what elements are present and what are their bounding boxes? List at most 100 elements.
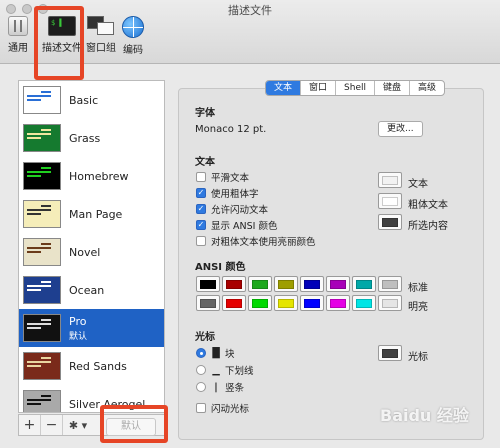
color-swatch	[330, 298, 346, 308]
profile-name: Ocean	[69, 283, 105, 297]
blinking-text-checkbox[interactable]: ✓ 允许闪动文本	[196, 202, 268, 216]
window-group-icon	[87, 16, 115, 36]
globe-icon	[122, 16, 144, 38]
ansi-bright-color-3[interactable]	[274, 295, 298, 311]
smooth-text-checkbox[interactable]: 平滑文本	[196, 170, 249, 184]
profile-item[interactable]: Man Page	[19, 195, 164, 233]
tab-window[interactable]: 窗口	[301, 81, 337, 95]
profile-default-note: 默认	[69, 331, 88, 342]
ansi-normal-color-5[interactable]	[326, 276, 350, 292]
radio-label: 下划线	[225, 366, 254, 377]
ansi-bright-color-0[interactable]	[196, 295, 220, 311]
ansi-bright-color-6[interactable]	[352, 295, 376, 311]
profile-thumbnail	[23, 200, 61, 228]
checkbox-label: 平滑文本	[211, 173, 250, 184]
ansi-bright-color-2[interactable]	[248, 295, 272, 311]
color-label: 文本	[408, 179, 428, 190]
toolbar-window-groups[interactable]: 窗口组	[86, 16, 116, 54]
gear-icon[interactable]: ✱ ▾	[63, 419, 93, 432]
ansi-section-title: ANSI 颜色	[195, 262, 246, 273]
font-section-title: 字体	[195, 108, 215, 119]
color-swatch	[252, 279, 268, 289]
cursor-block-radio[interactable]: █ 块	[196, 346, 235, 360]
toolbar-encodings[interactable]: 编码	[122, 16, 144, 56]
profile-item[interactable]: Grass	[19, 119, 164, 157]
ansi-bright-color-7[interactable]	[378, 295, 402, 311]
cursor-underline-radio[interactable]: ▁ 下划线	[196, 363, 254, 377]
toolbar-general[interactable]: 通用	[8, 16, 28, 54]
profile-label-wrap: Pro 默认	[69, 315, 87, 342]
profile-list[interactable]: Basic Grass Homebrew Man Page Novel Ocean Pro 默…	[18, 80, 165, 413]
text-section-title: 文本	[195, 157, 215, 168]
cursor-bar-radio[interactable]: | 竖条	[196, 380, 244, 394]
profile-thumbnail	[23, 238, 61, 266]
ansi-bright-label: 明亮	[408, 302, 428, 313]
profile-label-wrap: Man Page	[69, 208, 122, 221]
ansi-normal-color-1[interactable]	[222, 276, 246, 292]
bold-fonts-checkbox[interactable]: ✓ 使用粗体字	[196, 186, 259, 200]
checkbox-label: 允许闪动文本	[211, 205, 269, 216]
color-swatch	[304, 279, 320, 289]
profile-item[interactable]: Basic	[19, 81, 164, 119]
checkbox-label: 对粗体文本使用亮丽颜色	[211, 237, 316, 248]
profile-item[interactable]: Red Sands	[19, 347, 164, 385]
color-swatch	[252, 298, 268, 308]
profile-item[interactable]: Ocean	[19, 271, 164, 309]
bright-bold-checkbox[interactable]: 对粗体文本使用亮丽颜色	[196, 234, 316, 248]
toolbar-general-label: 通用	[8, 43, 28, 54]
tab-text[interactable]: 文本	[266, 81, 302, 95]
tab-shell[interactable]: Shell	[336, 81, 375, 95]
color-swatch	[382, 196, 398, 206]
color-swatch	[382, 217, 398, 227]
radio-button	[196, 382, 206, 392]
radio-button	[196, 365, 206, 375]
add-profile-button[interactable]: +	[19, 415, 41, 435]
ansi-colors-checkbox[interactable]: ✓ 显示 ANSI 颜色	[196, 218, 277, 232]
color-swatch	[200, 279, 216, 289]
profile-label-wrap: Red Sands	[69, 360, 127, 373]
profile-name: Homebrew	[69, 169, 129, 183]
checkbox-box: ✓	[196, 188, 206, 198]
ansi-normal-color-6[interactable]	[352, 276, 376, 292]
profile-label-wrap: Novel	[69, 246, 100, 259]
selection-color-well[interactable]	[378, 214, 402, 230]
cursor-shape-glyph: |	[214, 381, 218, 393]
ansi-normal-color-0[interactable]	[196, 276, 220, 292]
color-swatch	[356, 279, 372, 289]
cursor-color-well[interactable]	[378, 345, 402, 361]
tab-advanced[interactable]: 高级	[410, 81, 444, 95]
color-swatch	[382, 298, 398, 308]
cursor-color-swatch	[382, 348, 398, 358]
color-swatch	[304, 298, 320, 308]
toolbar-window-groups-label: 窗口组	[86, 43, 116, 54]
ansi-normal-color-2[interactable]	[248, 276, 272, 292]
checkbox-box	[196, 403, 206, 413]
bold-text-color-well[interactable]	[378, 193, 402, 209]
color-swatch	[226, 298, 242, 308]
checkbox-box	[196, 172, 206, 182]
cursor-shape-glyph: █	[212, 347, 220, 359]
ansi-normal-color-3[interactable]	[274, 276, 298, 292]
ansi-bright-color-5[interactable]	[326, 295, 350, 311]
radio-label: 竖条	[225, 383, 245, 394]
profile-item[interactable]: Pro 默认	[19, 309, 164, 347]
remove-profile-button[interactable]: −	[41, 415, 63, 435]
tab-keyboard[interactable]: 键盘	[375, 81, 411, 95]
color-swatch	[382, 175, 398, 185]
color-swatch	[278, 279, 294, 289]
tab-bar: 文本 窗口 Shell 键盘 高级	[265, 80, 446, 96]
text-color-well[interactable]	[378, 172, 402, 188]
ansi-normal-color-4[interactable]	[300, 276, 324, 292]
cursor-color-label: 光标	[408, 352, 428, 363]
checkbox-box: ✓	[196, 204, 206, 214]
profile-item[interactable]: Homebrew	[19, 157, 164, 195]
ansi-normal-color-7[interactable]	[378, 276, 402, 292]
profile-item[interactable]: Novel	[19, 233, 164, 271]
change-font-button[interactable]: 更改...	[378, 121, 423, 137]
radio-label: 块	[225, 349, 235, 360]
profile-thumbnail	[23, 162, 61, 190]
blink-cursor-checkbox[interactable]: 闪动光标	[196, 401, 249, 415]
ansi-bright-color-1[interactable]	[222, 295, 246, 311]
highlight-annotation-profiles	[34, 6, 84, 80]
ansi-bright-color-4[interactable]	[300, 295, 324, 311]
